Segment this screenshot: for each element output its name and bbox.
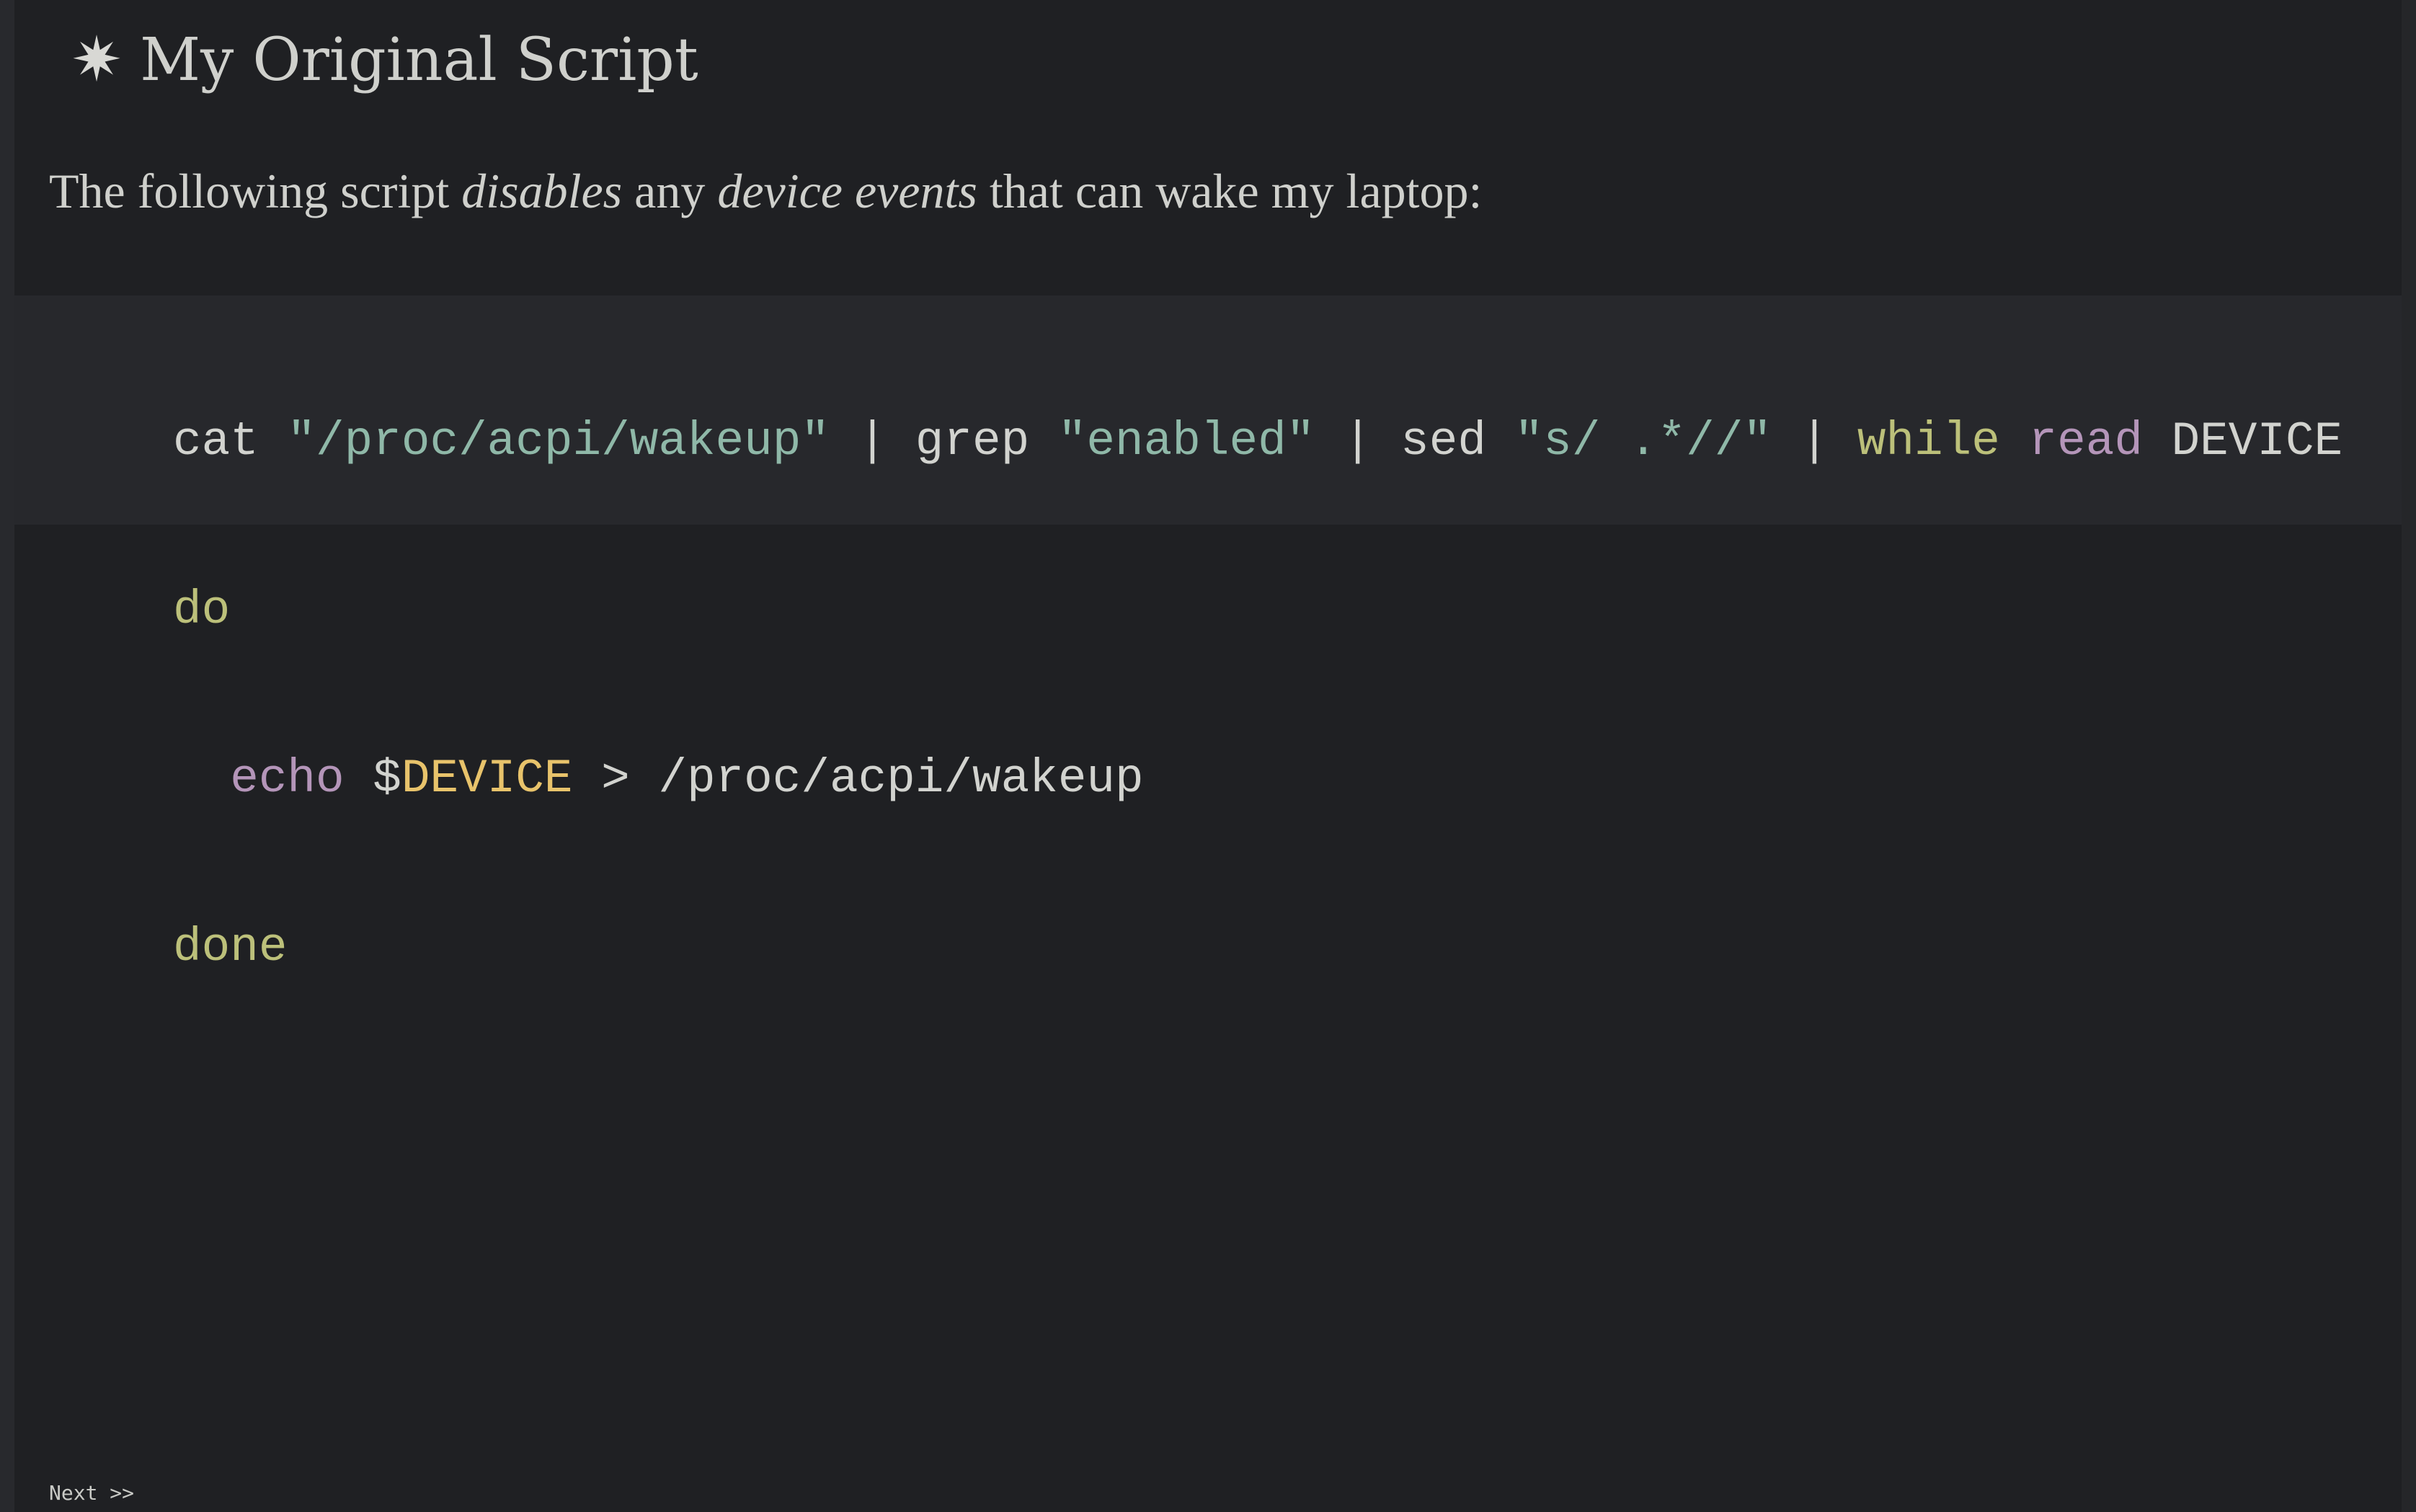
code-line-4: done (173, 920, 2342, 976)
code-token: | sed (1315, 414, 1515, 468)
intro-text-2: any (622, 164, 718, 218)
code-line-3: echo $DEVICE > /proc/acpi/wakeup (173, 751, 2342, 807)
code-token: | (1772, 414, 1857, 468)
code-token: $ (344, 752, 401, 806)
code-keyword: done (173, 920, 288, 974)
intro-text-1: The following script (49, 164, 462, 218)
code-token: > /proc/acpi/wakeup (572, 752, 1144, 806)
code-line-1: cat "/proc/acpi/wakeup" | grep "enabled"… (173, 414, 2342, 470)
code-keyword: while (1857, 414, 2000, 468)
intro-emphasis-device-events: device events (717, 164, 977, 218)
presentation-window: ✷ My Original Script The following scrip… (0, 0, 2416, 1512)
code-string: "/proc/acpi/wakeup" (287, 414, 830, 468)
next-link[interactable]: Next >> (49, 1481, 134, 1505)
code-token: DEVICE (2142, 414, 2343, 468)
page-title-text: My Original Script (140, 25, 698, 94)
code-listing: cat "/proc/acpi/wakeup" | grep "enabled"… (173, 301, 2342, 1088)
left-frame-edge (0, 0, 14, 1512)
code-line-2: do (173, 582, 2342, 639)
code-keyword: do (173, 583, 231, 637)
intro-paragraph: The following script disables any device… (49, 151, 1482, 231)
code-token: | grep (829, 414, 1058, 468)
code-block: cat "/proc/acpi/wakeup" | grep "enabled"… (14, 295, 2402, 974)
code-token: cat (173, 414, 288, 468)
asterisk-icon: ✷ (71, 24, 123, 96)
code-variable: DEVICE (401, 752, 573, 806)
code-string: "s/ .*//" (1514, 414, 1772, 468)
code-string: "enabled" (1057, 414, 1315, 468)
code-builtin: read (2028, 414, 2143, 468)
page-title: ✷ My Original Script (71, 13, 698, 107)
right-frame-edge (2402, 0, 2416, 1512)
code-builtin: echo (230, 752, 345, 806)
intro-text-3: that can wake my laptop: (977, 164, 1483, 218)
intro-emphasis-disables: disables (461, 164, 623, 218)
